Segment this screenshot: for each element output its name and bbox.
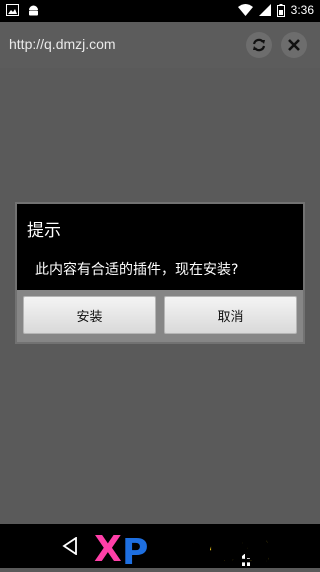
watermark-text: 手机之家 <box>180 538 280 567</box>
signal-icon <box>258 4 271 16</box>
address-bar: http://q.dmzj.com <box>0 22 320 68</box>
watermark-logo-letters: X <box>94 529 122 568</box>
wifi-icon <box>237 4 253 16</box>
back-nav-button[interactable] <box>62 536 78 559</box>
close-icon <box>288 39 300 51</box>
refresh-button[interactable] <box>246 32 272 58</box>
close-button[interactable] <box>281 32 307 58</box>
install-button[interactable]: 安装 <box>23 296 156 334</box>
dialog-message: 此内容有合适的插件，现在安装? <box>35 262 239 278</box>
refresh-icon <box>251 37 267 53</box>
watermark-logo: X P 手机之家 <box>92 528 320 572</box>
svg-text:P: P <box>122 532 148 568</box>
image-icon <box>6 4 19 17</box>
battery-icon <box>276 3 285 17</box>
status-bar: 3:36 <box>0 0 320 22</box>
status-time: 3:36 <box>290 3 314 17</box>
dialog-button-bar: 安装 取消 <box>17 290 303 342</box>
dialog-title: 提示 <box>27 221 61 241</box>
plugin-install-dialog: 提示 此内容有合适的插件，现在安装? 安装 取消 <box>15 202 305 344</box>
navigation-bar: X P 手机之家 <box>0 524 320 572</box>
android-icon <box>27 4 40 17</box>
url-text[interactable]: http://q.dmzj.com <box>9 36 116 52</box>
cancel-button[interactable]: 取消 <box>164 296 297 334</box>
